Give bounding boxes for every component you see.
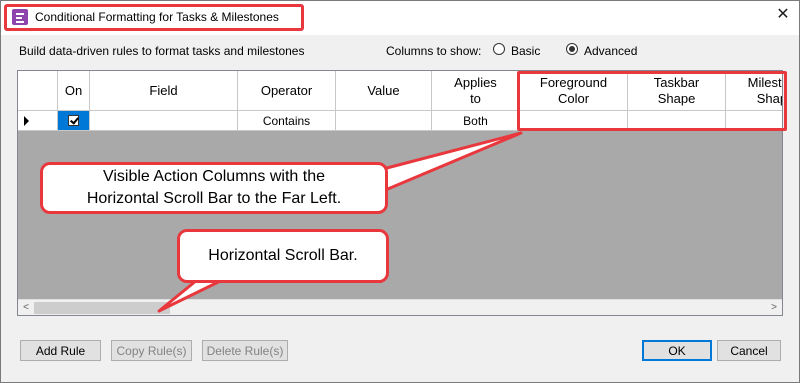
cancel-button[interactable]: Cancel (717, 340, 781, 361)
add-rule-button[interactable]: Add Rule (20, 340, 101, 361)
delete-rules-button[interactable]: Delete Rule(s) (202, 340, 288, 361)
ok-button[interactable]: OK (642, 340, 712, 361)
action-callout-pointer (381, 131, 523, 193)
scrollbar-callout: Horizontal Scroll Bar. (177, 229, 389, 283)
copy-rules-button[interactable]: Copy Rule(s) (111, 340, 192, 361)
dialog-window: Conditional Formatting for Tasks & Miles… (0, 0, 800, 383)
action-columns-callout: Visible Action Columns with the Horizont… (40, 162, 388, 214)
